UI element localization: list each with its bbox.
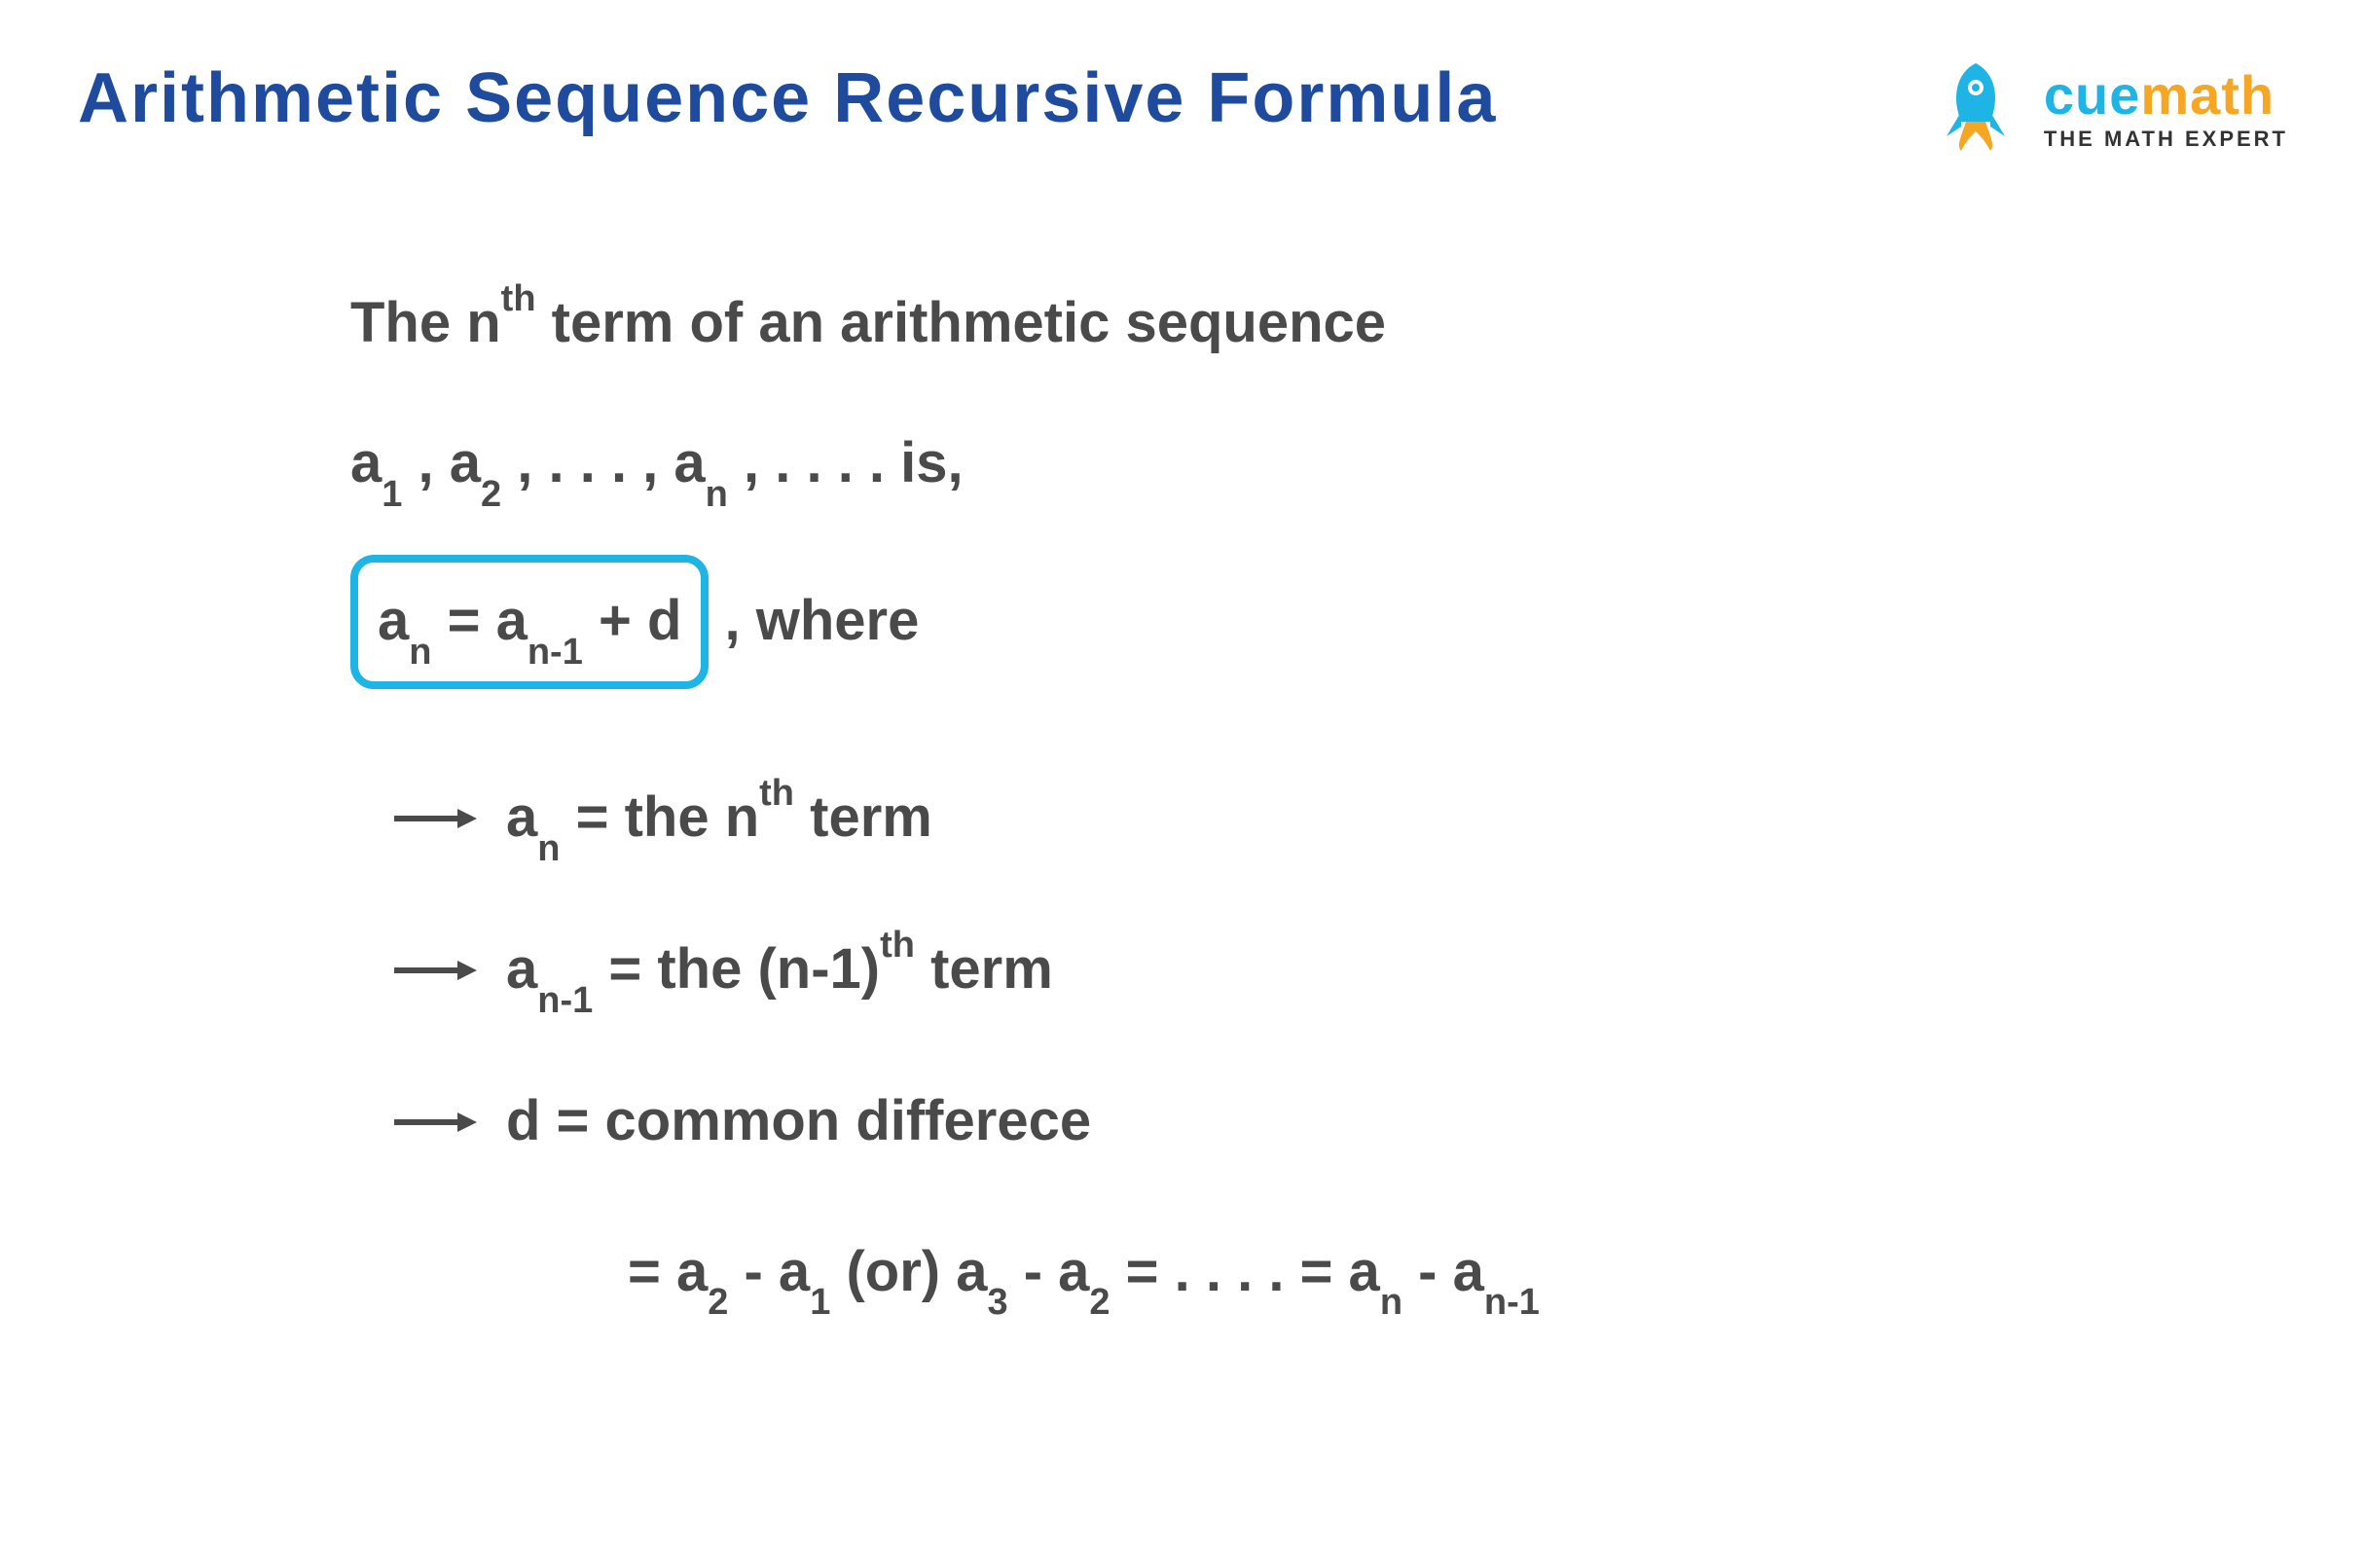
text: a: [506, 785, 537, 849]
subscript: n: [1380, 1282, 1402, 1323]
intro-line-1: The nth term of an arithmetic sequence: [350, 273, 2288, 374]
bullet-item-3: d = common differece: [389, 1071, 2288, 1172]
rocket-icon: [1927, 58, 2024, 156]
subscript: n-1: [537, 980, 593, 1021]
logo-tagline: THE MATH EXPERT: [2044, 127, 2288, 152]
bullet-text: an = the nth term: [506, 767, 932, 870]
text: - a: [1402, 1240, 1484, 1303]
text: - a: [728, 1240, 810, 1303]
continuation-line: = a2 - a1 (or) a3 - a2 = . . . . = an - …: [389, 1222, 2288, 1325]
subscript: 2: [708, 1282, 728, 1323]
text: = . . . . = a: [1110, 1240, 1380, 1303]
text: + d: [583, 589, 682, 652]
text: = a: [628, 1240, 708, 1303]
bullet-item-1: an = the nth term: [389, 767, 2288, 870]
page-title: Arithmetic Sequence Recursive Formula: [78, 58, 1497, 138]
arrow-icon: [389, 956, 477, 985]
header: Arithmetic Sequence Recursive Formula cu…: [78, 58, 2288, 156]
formula-box: an = an-1 + d: [350, 555, 709, 689]
superscript: th: [880, 925, 915, 966]
bullet-text: d = common differece: [506, 1071, 1091, 1172]
subscript: 1: [382, 474, 402, 515]
logo-cue: cue: [2044, 63, 2141, 127]
bullet-text: an-1 = the (n-1)th term: [506, 919, 1053, 1022]
formula-line: an = an-1 + d , where: [350, 555, 2288, 689]
text: , . . . . is,: [728, 431, 964, 494]
subscript: n-1: [1484, 1282, 1540, 1323]
text: term: [794, 785, 932, 849]
subscript: n: [537, 828, 560, 869]
text: The n: [350, 291, 501, 354]
subscript: 1: [810, 1282, 830, 1323]
bullet-item-2: an-1 = the (n-1)th term: [389, 919, 2288, 1022]
superscript: th: [759, 773, 794, 814]
brand-logo: cuemath THE MATH EXPERT: [1927, 58, 2288, 156]
logo-math: math: [2140, 63, 2275, 127]
subscript: n: [706, 474, 728, 515]
subscript: n-1: [528, 632, 583, 673]
text: term of an arithmetic sequence: [536, 291, 1386, 354]
content: The nth term of an arithmetic sequence a…: [78, 273, 2288, 1325]
text: a: [506, 937, 537, 1001]
text: term: [915, 937, 1053, 1001]
subscript: 2: [1089, 1282, 1110, 1323]
text: a: [378, 589, 409, 652]
text: (or) a: [830, 1240, 987, 1303]
text: - a: [1008, 1240, 1090, 1303]
text: , . . . , a: [501, 431, 706, 494]
text: , a: [402, 431, 481, 494]
text: = a: [431, 589, 527, 652]
subscript: 2: [481, 474, 501, 515]
text: = the (n-1): [593, 937, 880, 1001]
subscript: 3: [987, 1282, 1007, 1323]
arrow-icon: [389, 1108, 477, 1137]
logo-text: cuemath THE MATH EXPERT: [2044, 63, 2288, 152]
superscript: th: [501, 278, 536, 319]
text: a: [350, 431, 382, 494]
text: , where: [709, 589, 919, 652]
arrow-icon: [389, 804, 477, 833]
subscript: n: [409, 632, 431, 673]
text: = the n: [560, 785, 759, 849]
sequence-line: a1 , a2 , . . . , an , . . . . is,: [350, 413, 2288, 516]
bullet-section: an = the nth term an-1 = the (n-1)th ter…: [350, 767, 2288, 1324]
logo-name: cuemath: [2044, 63, 2288, 127]
